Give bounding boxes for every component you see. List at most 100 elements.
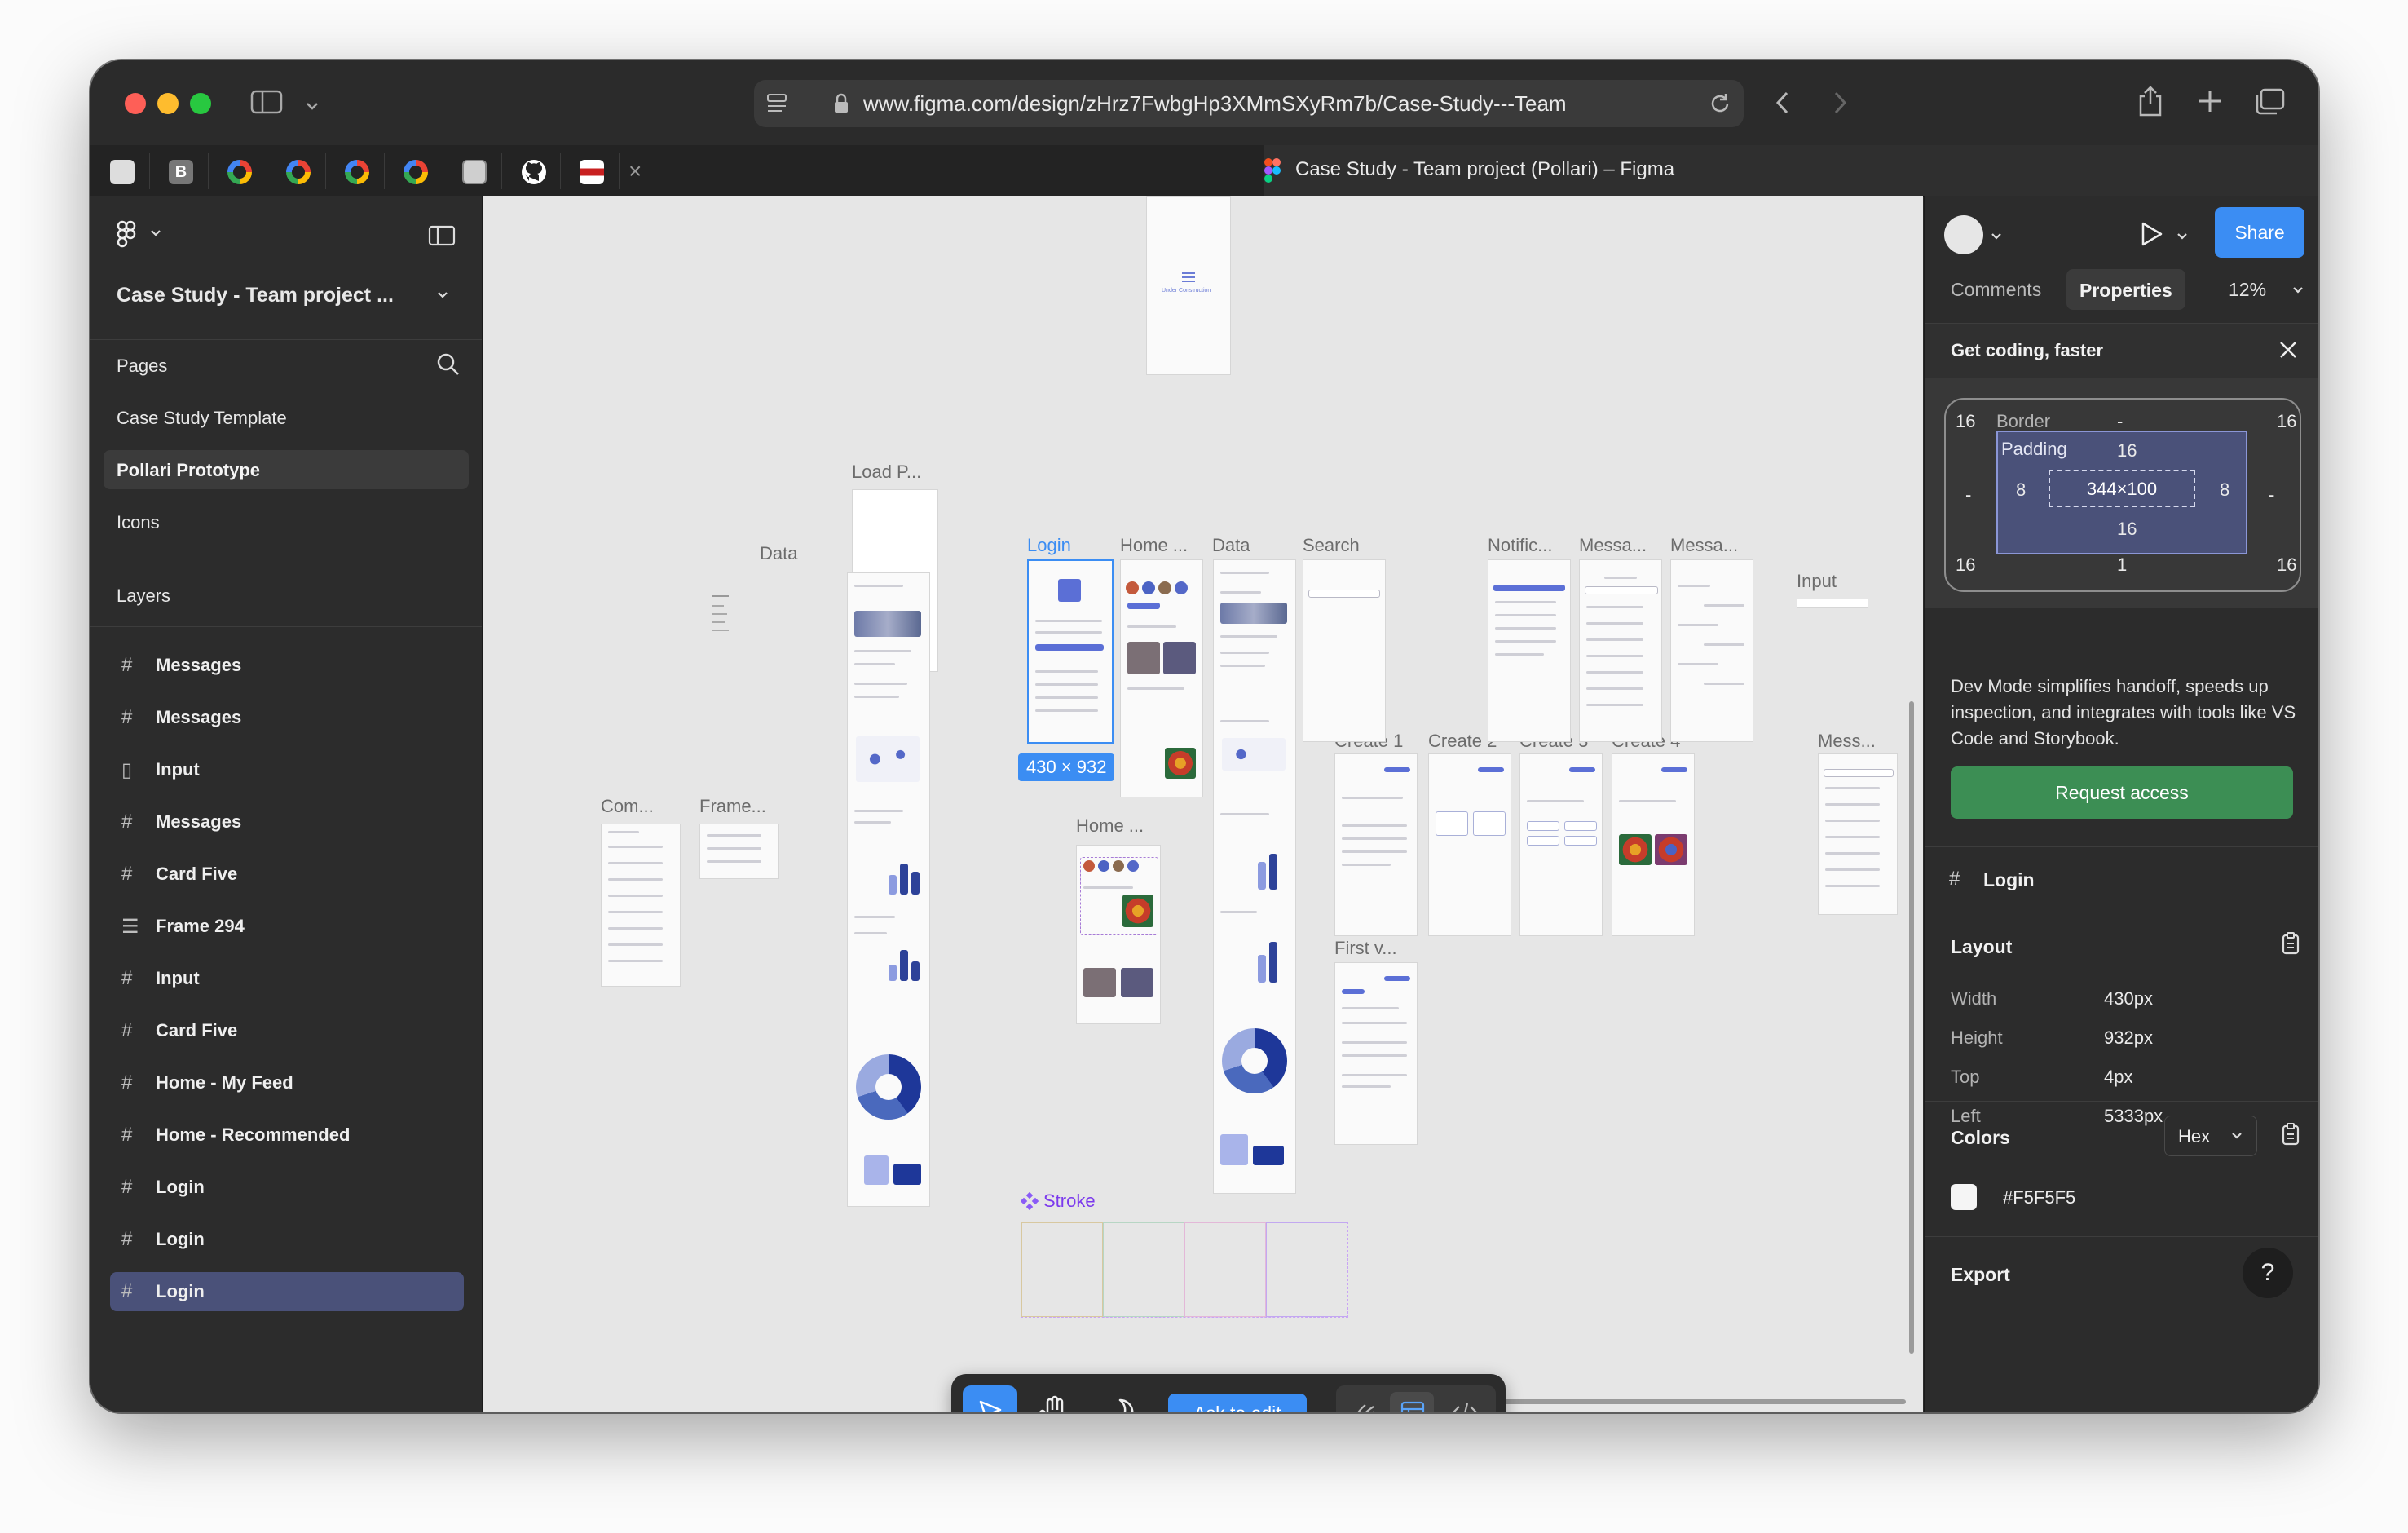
search-icon[interactable]: [436, 352, 461, 381]
frame-label[interactable]: Frame...: [699, 796, 766, 817]
zoom-level[interactable]: 12%: [2229, 279, 2266, 301]
address-bar[interactable]: www.figma.com/design/zHrz7FwbgHp3XMmSXyR…: [754, 80, 1744, 127]
page-item-icons[interactable]: Icons: [104, 502, 469, 541]
hand-tool-icon[interactable]: [1038, 1395, 1070, 1412]
layout-width-value[interactable]: 430px: [2104, 988, 2153, 1009]
draw-mode-icon[interactable]: [1349, 1400, 1377, 1412]
close-icon[interactable]: [2277, 338, 2300, 365]
active-tab[interactable]: Case Study - Team project (Pollari) – Fi…: [1264, 145, 2318, 196]
frame-input[interactable]: [1797, 599, 1868, 608]
tab-google-1[interactable]: [208, 153, 267, 189]
frame-label[interactable]: Com...: [601, 796, 654, 817]
page-item-pollari-prototype[interactable]: Pollari Prototype: [104, 450, 469, 489]
frame-home-1[interactable]: [1120, 559, 1203, 797]
tab-google-3[interactable]: [325, 153, 385, 189]
frame-label[interactable]: Search: [1303, 535, 1360, 556]
sidebar-toggle-icon[interactable]: [250, 88, 283, 121]
page-menu-icon[interactable]: [765, 92, 790, 121]
tab-github[interactable]: [501, 153, 561, 189]
layout-left-value[interactable]: 5333px: [2104, 1106, 2163, 1127]
forward-icon[interactable]: [1830, 90, 1850, 121]
chevron-down-icon[interactable]: [2176, 230, 2189, 247]
tab-flag[interactable]: [560, 153, 620, 189]
new-tab-icon[interactable]: [2197, 88, 2223, 119]
frame-under-construction[interactable]: Under Construction: [1146, 196, 1231, 375]
tab-b[interactable]: B: [149, 153, 209, 189]
panel-toggle-icon[interactable]: [428, 225, 456, 250]
page-item-case-study-template[interactable]: Case Study Template: [104, 398, 469, 437]
frame-comments[interactable]: [601, 824, 681, 987]
layout-height-value[interactable]: 932px: [2104, 1027, 2153, 1049]
help-button[interactable]: ?: [2243, 1248, 2293, 1298]
frame-label[interactable]: Create 2: [1428, 731, 1497, 752]
color-format-select[interactable]: Hex: [2164, 1116, 2257, 1156]
frame-frame-294[interactable]: [699, 824, 779, 879]
share-icon[interactable]: [2137, 85, 2164, 122]
design-canvas[interactable]: Under Construction Load P... Data Login …: [483, 196, 1923, 1412]
file-title[interactable]: Case Study - Team project ...: [117, 284, 394, 307]
frame-label[interactable]: Mess...: [1818, 731, 1876, 752]
design-mode-button[interactable]: [1390, 1392, 1434, 1412]
layer-item[interactable]: # Login: [110, 1220, 464, 1259]
tab-bcis[interactable]: [90, 153, 150, 189]
url-text[interactable]: www.figma.com/design/zHrz7FwbgHp3XMmSXyR…: [863, 91, 1597, 117]
frame-data-1[interactable]: [847, 572, 930, 1207]
frame-login-selected[interactable]: [1027, 559, 1114, 744]
figma-menu-icon[interactable]: [117, 220, 138, 254]
frame-label[interactable]: Home ...: [1120, 535, 1188, 556]
chevron-down-icon[interactable]: [436, 289, 449, 306]
frame-search[interactable]: [1303, 559, 1386, 742]
move-tool-button[interactable]: [963, 1385, 1017, 1412]
frame-create-3[interactable]: [1519, 753, 1603, 936]
frame-first-version[interactable]: [1334, 962, 1418, 1145]
frame-label[interactable]: Data: [1212, 535, 1250, 556]
frame-label[interactable]: Load P...: [852, 462, 921, 483]
minimize-window-button[interactable]: [157, 93, 179, 114]
layout-top-value[interactable]: 4px: [2104, 1067, 2132, 1088]
tab-properties[interactable]: Properties: [2066, 269, 2185, 310]
chevron-down-icon[interactable]: [1990, 230, 2003, 247]
layer-item[interactable]: # Input: [110, 959, 464, 998]
chevron-down-icon[interactable]: [149, 227, 162, 244]
close-tab-icon[interactable]: ×: [628, 158, 642, 184]
dev-mode-icon[interactable]: [1450, 1400, 1480, 1412]
comment-tool-icon[interactable]: [1105, 1397, 1136, 1412]
back-icon[interactable]: [1773, 90, 1793, 121]
frame-label[interactable]: Home ...: [1076, 815, 1144, 837]
tab-google-4[interactable]: [384, 153, 443, 189]
frame-label[interactable]: Messa...: [1670, 535, 1738, 556]
layer-item[interactable]: # Messages: [110, 698, 464, 737]
avatar[interactable]: [1944, 215, 1983, 254]
frame-messages-1[interactable]: [1579, 559, 1662, 742]
color-swatch[interactable]: [1951, 1184, 1977, 1210]
vertical-scrollbar[interactable]: [1909, 701, 1914, 1354]
copy-icon[interactable]: [2280, 931, 2301, 960]
request-access-button[interactable]: Request access: [1951, 766, 2293, 819]
copy-icon[interactable]: [2280, 1122, 2301, 1151]
layer-item[interactable]: ▯ Input: [110, 750, 464, 789]
frame-label[interactable]: First v...: [1334, 938, 1397, 959]
maximize-window-button[interactable]: [190, 93, 211, 114]
close-window-button[interactable]: [125, 93, 146, 114]
frame-label[interactable]: Messa...: [1579, 535, 1647, 556]
layer-item[interactable]: # Login: [110, 1168, 464, 1207]
frame-label[interactable]: Data: [760, 543, 797, 564]
layer-item[interactable]: # Home - Recommended: [110, 1116, 464, 1155]
layer-item[interactable]: # Messages: [110, 646, 464, 685]
frame-label-selected[interactable]: Login: [1027, 535, 1071, 556]
frame-home-2[interactable]: [1076, 845, 1161, 1024]
tab-overview-icon[interactable]: [2254, 88, 2285, 121]
frame-data-2[interactable]: [1213, 559, 1296, 1194]
frame-create-2[interactable]: [1428, 753, 1511, 936]
frame-messages-3[interactable]: [1818, 753, 1898, 915]
tab-portrait[interactable]: [443, 153, 502, 189]
layer-item[interactable]: ☰ Frame 294: [110, 907, 464, 946]
layer-item[interactable]: # Home - My Feed: [110, 1063, 464, 1102]
layer-item[interactable]: # Messages: [110, 802, 464, 842]
frame-label[interactable]: Notific...: [1488, 535, 1552, 556]
frame-create-1[interactable]: [1334, 753, 1418, 936]
component-label[interactable]: Stroke: [1043, 1191, 1096, 1212]
chevron-down-icon[interactable]: [304, 91, 320, 119]
frame-label[interactable]: Input: [1797, 571, 1837, 592]
ask-to-edit-button[interactable]: Ask to edit: [1168, 1394, 1307, 1412]
